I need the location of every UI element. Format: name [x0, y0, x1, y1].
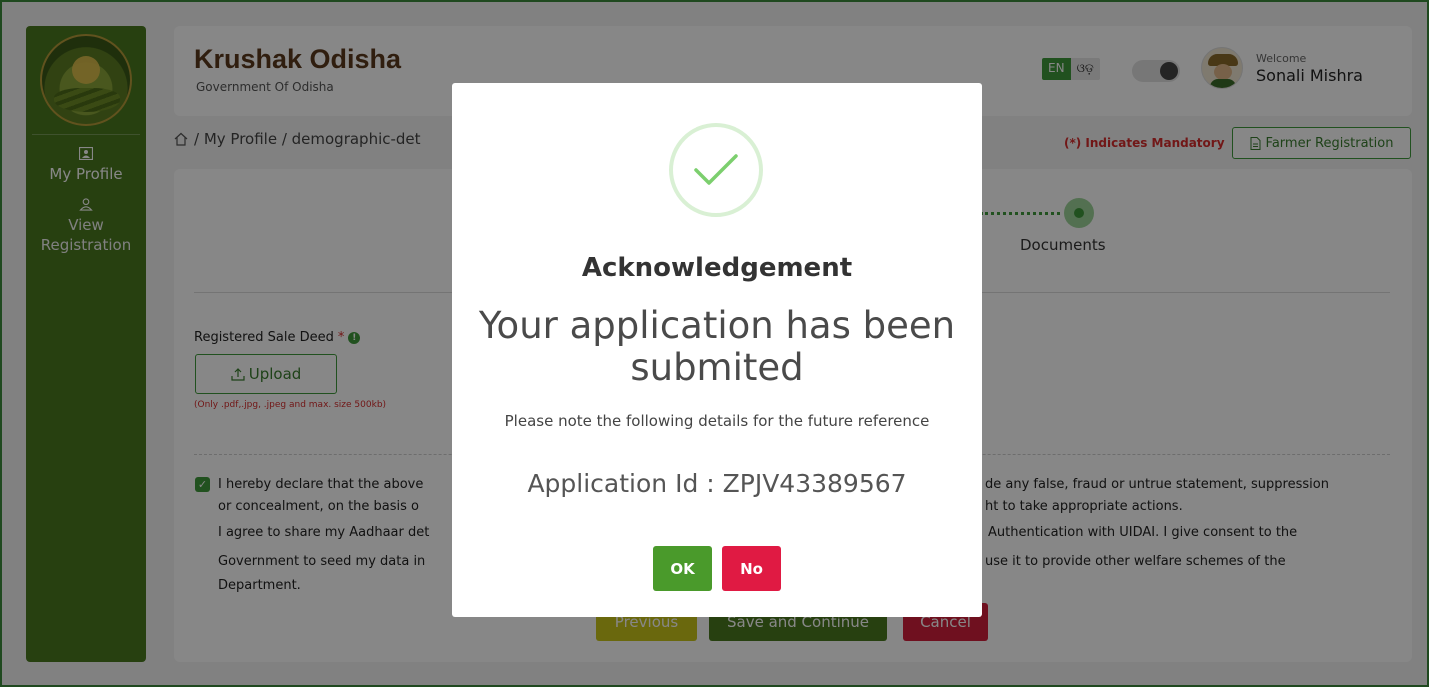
acknowledgement-modal: Acknowledgement Your application has bee…: [452, 83, 982, 617]
no-button[interactable]: No: [722, 546, 781, 591]
modal-message: Your application has been submited: [478, 304, 956, 389]
application-id: Application Id : ZPJV43389567: [527, 469, 907, 498]
modal-note: Please note the following details for th…: [504, 412, 930, 430]
ok-button[interactable]: OK: [653, 546, 712, 591]
modal-title: Acknowledgement: [581, 253, 853, 283]
success-check-icon: [669, 123, 763, 217]
